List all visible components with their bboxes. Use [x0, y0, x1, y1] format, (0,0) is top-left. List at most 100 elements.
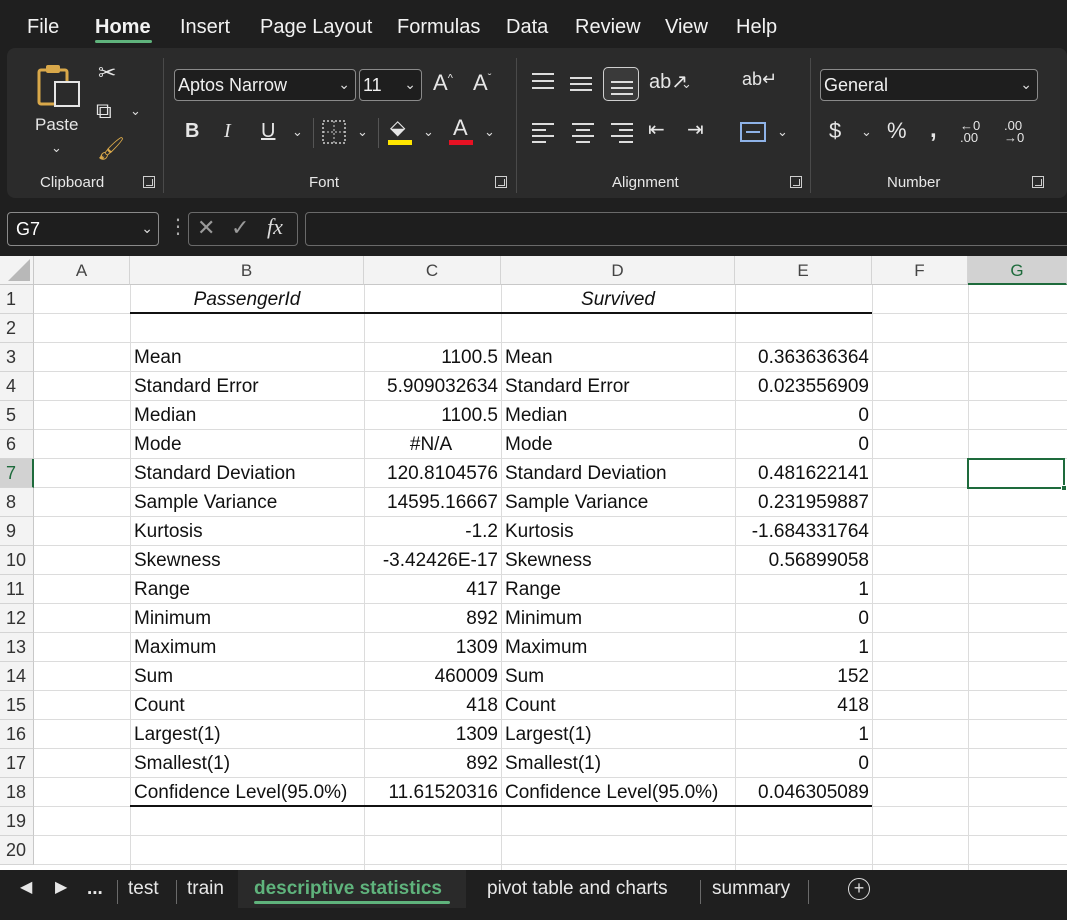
- merge-chevron-icon[interactable]: ⌄: [777, 124, 788, 140]
- italic-icon[interactable]: I: [224, 121, 231, 141]
- stat-cell-b[interactable]: Mode: [134, 430, 360, 459]
- number-format-dropdown[interactable]: General ⌄: [820, 69, 1038, 101]
- stat-cell-d[interactable]: Mode: [505, 430, 731, 459]
- sheet-tab-train[interactable]: train: [187, 878, 224, 908]
- stat-cell-d[interactable]: Sample Variance: [505, 488, 731, 517]
- stat-cell-c[interactable]: 460009: [364, 662, 498, 691]
- decrease-indent-icon[interactable]: ⇤: [648, 120, 665, 140]
- orientation-chevron-icon[interactable]: ⌄: [681, 76, 692, 92]
- stat-cell-d[interactable]: Mean: [505, 343, 731, 372]
- tab-help[interactable]: Help: [736, 16, 777, 39]
- column-header-c[interactable]: C: [364, 256, 501, 285]
- cut-icon[interactable]: ✂: [98, 62, 116, 84]
- stat-cell-b[interactable]: Kurtosis: [134, 517, 360, 546]
- row-header-1[interactable]: 1: [0, 285, 34, 314]
- stat-cell-c[interactable]: 11.61520316: [364, 778, 498, 807]
- stat-cell-c[interactable]: -3.42426E-17: [364, 546, 498, 575]
- next-sheet-icon[interactable]: ▶: [55, 880, 67, 896]
- stat-cell-b[interactable]: Skewness: [134, 546, 360, 575]
- stat-cell-b[interactable]: Sample Variance: [134, 488, 360, 517]
- percent-icon[interactable]: %: [887, 120, 907, 142]
- stat-cell-c[interactable]: #N/A: [364, 430, 498, 459]
- format-painter-icon[interactable]: 🖌: [97, 138, 125, 160]
- row-header-16[interactable]: 16: [0, 720, 34, 749]
- stat-cell-e[interactable]: 0.363636364: [735, 343, 869, 372]
- stat-cell-b[interactable]: Largest(1): [134, 720, 360, 749]
- prev-sheet-icon[interactable]: ◀: [20, 880, 32, 896]
- underline-chevron-icon[interactable]: ⌄: [292, 124, 303, 140]
- number-launcher-icon[interactable]: [1032, 176, 1044, 188]
- row-header-13[interactable]: 13: [0, 633, 34, 662]
- borders-icon[interactable]: [321, 119, 347, 145]
- stat-cell-b[interactable]: Confidence Level(95.0%): [134, 778, 360, 807]
- bold-icon[interactable]: B: [185, 121, 199, 141]
- borders-chevron-icon[interactable]: ⌄: [357, 124, 368, 140]
- tab-insert[interactable]: Insert: [180, 16, 230, 39]
- stat-cell-e[interactable]: 0: [735, 401, 869, 430]
- font-name-dropdown[interactable]: Aptos Narrow ⌄: [174, 69, 356, 101]
- currency-chevron-icon[interactable]: ⌄: [861, 124, 872, 140]
- stat-cell-c[interactable]: 1100.5: [364, 401, 498, 430]
- row-header-15[interactable]: 15: [0, 691, 34, 720]
- copy-icon[interactable]: ⧉: [96, 100, 112, 122]
- align-right-icon[interactable]: [609, 120, 635, 144]
- stat-cell-d[interactable]: Confidence Level(95.0%): [505, 778, 731, 807]
- active-cell-g7[interactable]: [967, 458, 1065, 489]
- cancel-icon[interactable]: ✕: [197, 217, 215, 239]
- stat-cell-b[interactable]: Median: [134, 401, 360, 430]
- increase-indent-icon[interactable]: ⇥: [687, 120, 704, 140]
- tab-home[interactable]: Home: [95, 16, 151, 39]
- row-header-18[interactable]: 18: [0, 778, 34, 807]
- name-box[interactable]: G7 ⌄: [7, 212, 159, 246]
- stat-cell-e[interactable]: 0: [735, 430, 869, 459]
- row-header-9[interactable]: 9: [0, 517, 34, 546]
- row-header-19[interactable]: 19: [0, 807, 34, 836]
- sheet-tab-test[interactable]: test: [128, 878, 159, 908]
- column-header-g[interactable]: G: [968, 256, 1067, 285]
- comma-style-icon[interactable]: ,: [930, 118, 937, 142]
- wrap-text-icon[interactable]: ab↵: [742, 70, 777, 88]
- tab-file[interactable]: File: [27, 16, 59, 39]
- stat-cell-b[interactable]: Mean: [134, 343, 360, 372]
- stat-cell-e[interactable]: 0.56899058: [735, 546, 869, 575]
- stat-cell-c[interactable]: 417: [364, 575, 498, 604]
- fill-handle[interactable]: [1061, 485, 1067, 491]
- row-header-3[interactable]: 3: [0, 343, 34, 372]
- column-header-e[interactable]: E: [735, 256, 872, 285]
- tab-formulas[interactable]: Formulas: [397, 16, 480, 39]
- stat-cell-e[interactable]: 0: [735, 749, 869, 778]
- stat-cell-c[interactable]: -1.2: [364, 517, 498, 546]
- stat-cell-d[interactable]: Count: [505, 691, 731, 720]
- header-cell-survived[interactable]: Survived: [501, 285, 735, 314]
- more-sheets-button[interactable]: ...: [87, 878, 103, 908]
- sheet-tab-pivot-table-and-charts[interactable]: pivot table and charts: [487, 878, 668, 908]
- stat-cell-d[interactable]: Standard Deviation: [505, 459, 731, 488]
- header-cell-passengerid[interactable]: PassengerId: [130, 285, 364, 314]
- stat-cell-e[interactable]: 0.046305089: [735, 778, 869, 807]
- underline-icon[interactable]: U: [261, 121, 275, 141]
- stat-cell-e[interactable]: 0.231959887: [735, 488, 869, 517]
- align-center-icon[interactable]: [570, 120, 596, 144]
- merge-center-icon[interactable]: [739, 120, 767, 144]
- stat-cell-e[interactable]: 152: [735, 662, 869, 691]
- stat-cell-c[interactable]: 1100.5: [364, 343, 498, 372]
- add-sheet-icon[interactable]: +: [848, 878, 870, 900]
- row-header-8[interactable]: 8: [0, 488, 34, 517]
- decrease-font-icon[interactable]: Aˇ: [473, 72, 491, 94]
- stat-cell-d[interactable]: Kurtosis: [505, 517, 731, 546]
- stat-cell-e[interactable]: 0: [735, 604, 869, 633]
- stat-cell-c[interactable]: 1309: [364, 633, 498, 662]
- stat-cell-b[interactable]: Sum: [134, 662, 360, 691]
- stat-cell-c[interactable]: 1309: [364, 720, 498, 749]
- increase-decimal-icon[interactable]: ←0.00: [960, 119, 980, 144]
- stat-cell-b[interactable]: Standard Deviation: [134, 459, 360, 488]
- formula-input[interactable]: [305, 212, 1067, 246]
- tab-data[interactable]: Data: [506, 16, 548, 39]
- insert-function-icon[interactable]: fx: [267, 216, 283, 238]
- stat-cell-c[interactable]: 14595.16667: [364, 488, 498, 517]
- stat-cell-d[interactable]: Range: [505, 575, 731, 604]
- tab-view[interactable]: View: [665, 16, 708, 39]
- row-header-6[interactable]: 6: [0, 430, 34, 459]
- stat-cell-e[interactable]: 0.481622141: [735, 459, 869, 488]
- row-header-10[interactable]: 10: [0, 546, 34, 575]
